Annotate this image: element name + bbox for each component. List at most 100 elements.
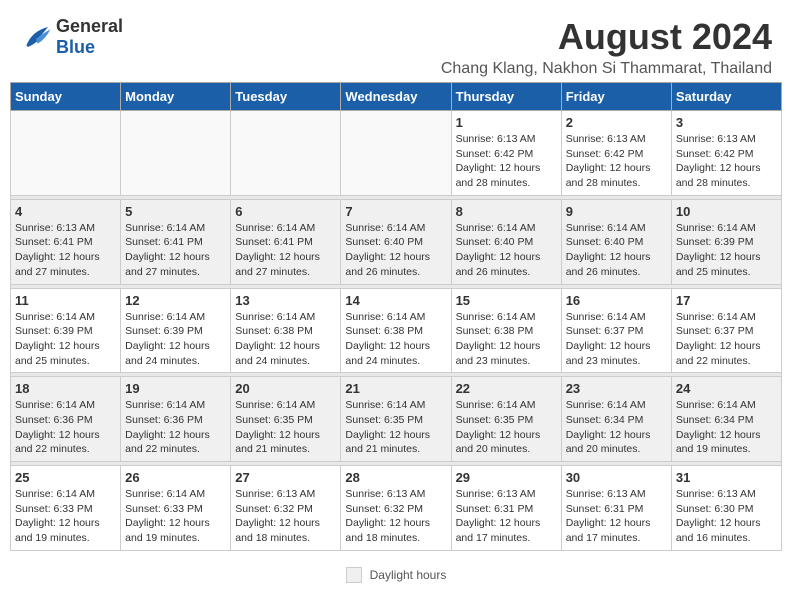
day-info: Sunrise: 6:14 AM Sunset: 6:36 PM Dayligh… (125, 398, 226, 457)
day-info: Sunrise: 6:14 AM Sunset: 6:40 PM Dayligh… (345, 221, 446, 280)
table-row: 29Sunrise: 6:13 AM Sunset: 6:31 PM Dayli… (451, 466, 561, 551)
table-row: 9 Sunrise: 6:14 AM Sunset: 6:40 PM Daylig… (561, 199, 671, 284)
month-title: August 2024 (441, 16, 772, 58)
title-section: August 2024 Chang Klang, Nakhon Si Thamm… (441, 16, 772, 78)
page-header: General Blue August 2024 Chang Klang, Na… (0, 0, 792, 82)
day-info: Sunrise: 6:13 AM Sunset: 6:32 PM Dayligh… (235, 487, 336, 546)
table-row: 27 Sunrise: 6:13 AM Sunset: 6:32 PM Dayli… (231, 466, 341, 551)
day-info: Sunrise: 6:14 AM Sunset: 6:35 PM Dayligh… (345, 398, 446, 457)
calendar-week-4: 18Sunrise: 6:14 AM Sunset: 6:36 PM Dayli… (11, 377, 782, 462)
col-sunday: Sunday (11, 83, 121, 111)
col-tuesday: Tuesday (231, 83, 341, 111)
day-info: Sunrise: 6:13 AM Sunset: 6:42 PM Dayligh… (456, 132, 557, 191)
calendar-week-3: 11 Sunrise: 6:14 AM Sunset: 6:39 PM Dayli… (11, 288, 782, 373)
table-row: 31 Sunrise: 6:13 AM Sunset: 6:30 PM Dayli… (671, 466, 781, 551)
legend-label: Daylight hours (370, 568, 447, 582)
day-info: Sunrise: 6:14 AM Sunset: 6:35 PM Dayligh… (235, 398, 336, 457)
table-row: 23 Sunrise: 6:14 AM Sunset: 6:34 PM Dayli… (561, 377, 671, 462)
day-number: 11 (15, 293, 116, 308)
day-info: Sunrise: 6:14 AM Sunset: 6:40 PM Dayligh… (566, 221, 667, 280)
day-number: 15 (456, 293, 557, 308)
day-number: 2 (566, 115, 667, 130)
day-number: 20 (235, 381, 336, 396)
logo: General Blue (20, 16, 123, 58)
logo-blue: Blue (56, 37, 95, 57)
table-row: 21 Sunrise: 6:14 AM Sunset: 6:35 PM Dayli… (341, 377, 451, 462)
day-info: Sunrise: 6:14 AM Sunset: 6:33 PM Dayligh… (15, 487, 116, 546)
day-info: Sunrise: 6:14 AM Sunset: 6:39 PM Dayligh… (15, 310, 116, 369)
table-row: 26 Sunrise: 6:14 AM Sunset: 6:33 PM Dayli… (121, 466, 231, 551)
table-row: 19Sunrise: 6:14 AM Sunset: 6:36 PM Dayli… (121, 377, 231, 462)
calendar-table: Sunday Monday Tuesday Wednesday Thursday… (10, 82, 782, 551)
location: Chang Klang, Nakhon Si Thammarat, Thaila… (441, 60, 772, 78)
day-number: 3 (676, 115, 777, 130)
table-row: 10Sunrise: 6:14 AM Sunset: 6:39 PM Dayli… (671, 199, 781, 284)
day-number: 9 (566, 204, 667, 219)
day-number: 31 (676, 470, 777, 485)
day-number: 27 (235, 470, 336, 485)
table-row (231, 111, 341, 196)
table-row: 13Sunrise: 6:14 AM Sunset: 6:38 PM Dayli… (231, 288, 341, 373)
table-row: 30Sunrise: 6:13 AM Sunset: 6:31 PM Dayli… (561, 466, 671, 551)
day-number: 21 (345, 381, 446, 396)
day-number: 1 (456, 115, 557, 130)
table-row: 3 Sunrise: 6:13 AM Sunset: 6:42 PM Daylig… (671, 111, 781, 196)
day-info: Sunrise: 6:14 AM Sunset: 6:41 PM Dayligh… (235, 221, 336, 280)
table-row: 2 Sunrise: 6:13 AM Sunset: 6:42 PM Daylig… (561, 111, 671, 196)
table-row: 17Sunrise: 6:14 AM Sunset: 6:37 PM Dayli… (671, 288, 781, 373)
day-info: Sunrise: 6:14 AM Sunset: 6:34 PM Dayligh… (566, 398, 667, 457)
table-row: 12 Sunrise: 6:14 AM Sunset: 6:39 PM Dayli… (121, 288, 231, 373)
table-row (11, 111, 121, 196)
day-info: Sunrise: 6:14 AM Sunset: 6:40 PM Dayligh… (456, 221, 557, 280)
table-row: 11 Sunrise: 6:14 AM Sunset: 6:39 PM Dayli… (11, 288, 121, 373)
day-number: 16 (566, 293, 667, 308)
logo-text: General Blue (56, 16, 123, 58)
day-info: Sunrise: 6:14 AM Sunset: 6:39 PM Dayligh… (125, 310, 226, 369)
table-row: 24 Sunrise: 6:14 AM Sunset: 6:34 PM Dayli… (671, 377, 781, 462)
day-number: 23 (566, 381, 667, 396)
day-info: Sunrise: 6:13 AM Sunset: 6:42 PM Dayligh… (566, 132, 667, 191)
day-number: 14 (345, 293, 446, 308)
table-row: 14 Sunrise: 6:14 AM Sunset: 6:38 PM Dayli… (341, 288, 451, 373)
day-number: 12 (125, 293, 226, 308)
col-thursday: Thursday (451, 83, 561, 111)
day-info: Sunrise: 6:14 AM Sunset: 6:33 PM Dayligh… (125, 487, 226, 546)
table-row: 8Sunrise: 6:14 AM Sunset: 6:40 PM Daylig… (451, 199, 561, 284)
day-info: Sunrise: 6:14 AM Sunset: 6:38 PM Dayligh… (345, 310, 446, 369)
legend-box (346, 567, 362, 583)
day-number: 26 (125, 470, 226, 485)
day-info: Sunrise: 6:14 AM Sunset: 6:34 PM Dayligh… (676, 398, 777, 457)
day-number: 7 (345, 204, 446, 219)
table-row: 22 Sunrise: 6:14 AM Sunset: 6:35 PM Dayli… (451, 377, 561, 462)
day-info: Sunrise: 6:13 AM Sunset: 6:42 PM Dayligh… (676, 132, 777, 191)
table-row: 5Sunrise: 6:14 AM Sunset: 6:41 PM Daylig… (121, 199, 231, 284)
day-number: 5 (125, 204, 226, 219)
calendar-week-1: 1 Sunrise: 6:13 AM Sunset: 6:42 PM Daylig… (11, 111, 782, 196)
day-info: Sunrise: 6:14 AM Sunset: 6:37 PM Dayligh… (566, 310, 667, 369)
day-number: 17 (676, 293, 777, 308)
day-number: 6 (235, 204, 336, 219)
table-row: 20 Sunrise: 6:14 AM Sunset: 6:35 PM Dayli… (231, 377, 341, 462)
day-info: Sunrise: 6:13 AM Sunset: 6:41 PM Dayligh… (15, 221, 116, 280)
table-row: 6 Sunrise: 6:14 AM Sunset: 6:41 PM Daylig… (231, 199, 341, 284)
day-number: 29 (456, 470, 557, 485)
day-info: Sunrise: 6:14 AM Sunset: 6:39 PM Dayligh… (676, 221, 777, 280)
day-number: 24 (676, 381, 777, 396)
table-row: 28 Sunrise: 6:13 AM Sunset: 6:32 PM Dayli… (341, 466, 451, 551)
day-number: 4 (15, 204, 116, 219)
table-row: 18Sunrise: 6:14 AM Sunset: 6:36 PM Dayli… (11, 377, 121, 462)
table-row: 1 Sunrise: 6:13 AM Sunset: 6:42 PM Daylig… (451, 111, 561, 196)
col-friday: Friday (561, 83, 671, 111)
day-number: 28 (345, 470, 446, 485)
table-row: 25Sunrise: 6:14 AM Sunset: 6:33 PM Dayli… (11, 466, 121, 551)
day-info: Sunrise: 6:13 AM Sunset: 6:32 PM Dayligh… (345, 487, 446, 546)
legend: Daylight hours (0, 561, 792, 591)
table-row: 7 Sunrise: 6:14 AM Sunset: 6:40 PM Daylig… (341, 199, 451, 284)
day-info: Sunrise: 6:14 AM Sunset: 6:38 PM Dayligh… (456, 310, 557, 369)
day-number: 22 (456, 381, 557, 396)
logo-icon (20, 23, 52, 51)
day-number: 30 (566, 470, 667, 485)
day-info: Sunrise: 6:13 AM Sunset: 6:30 PM Dayligh… (676, 487, 777, 546)
day-number: 13 (235, 293, 336, 308)
day-info: Sunrise: 6:14 AM Sunset: 6:35 PM Dayligh… (456, 398, 557, 457)
